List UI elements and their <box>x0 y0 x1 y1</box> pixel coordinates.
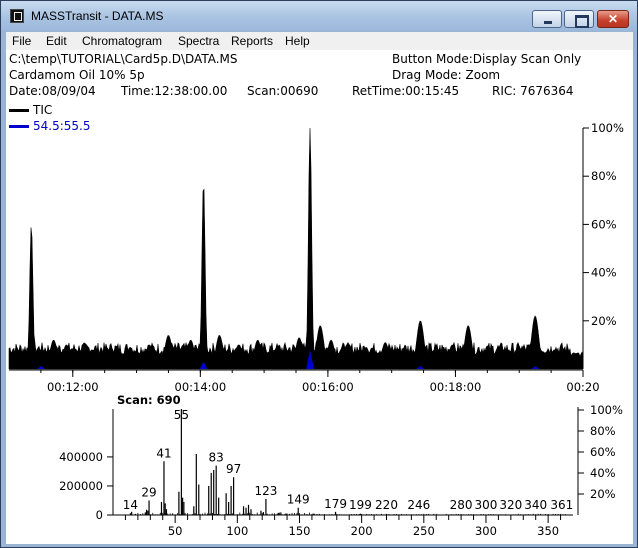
spectrum-peak-label: 97 <box>226 462 241 476</box>
spectrum-peak-label: 14 <box>123 498 138 512</box>
chromatogram-y-tick-label: 40% <box>591 266 617 280</box>
chromatogram-x-tick-label: 00:16:00 <box>302 380 354 394</box>
title-bar[interactable]: MASSTransit - DATA.MS ✕ <box>1 1 637 31</box>
spectrum-peak-label: 41 <box>156 446 171 460</box>
tic-trace <box>8 127 584 370</box>
spectrum-y-tick-label: 400000 <box>59 450 103 464</box>
spectrum-x-tick-label: 200 <box>351 524 373 538</box>
spectrum-x-tick-label: 150 <box>289 524 311 538</box>
spectrum-peak-label: 340 <box>524 498 547 512</box>
spectrum-peak-label: 199 <box>349 498 372 512</box>
chromatogram-x-tick-label: 00:18:00 <box>430 380 482 394</box>
spectrum-x-tick-label: 50 <box>168 524 183 538</box>
maximize-icon <box>565 11 593 28</box>
spectrum-x-tick-label: 350 <box>537 524 559 538</box>
spectrum-y2-tick-label: 20% <box>590 487 616 501</box>
client-area: File Edit Chromatogram Spectra Reports H… <box>6 32 633 544</box>
chromatogram-y-tick-label: 20% <box>591 314 617 328</box>
spectrum-y2-tick-label: 100% <box>590 403 623 417</box>
application-window: MASSTransit - DATA.MS ✕ File Edit Chroma… <box>0 0 638 548</box>
chromatogram-x-tick-label: 00:14:00 <box>175 380 227 394</box>
spectrum-peak-label: 300 <box>475 498 498 512</box>
spectrum-y-tick-label: 0 <box>96 508 103 522</box>
close-icon: ✕ <box>607 12 619 26</box>
maximize-button[interactable] <box>564 10 594 28</box>
spectrum-peak-label: 280 <box>450 498 473 512</box>
spectrum-peak-label: 179 <box>324 497 347 511</box>
spectrum-y2-tick-label: 40% <box>590 466 616 480</box>
spectrum-peak-label: 320 <box>499 498 522 512</box>
spectrum-y2-tick-label: 80% <box>590 424 616 438</box>
window-title: MASSTransit - DATA.MS <box>31 9 164 23</box>
chromatogram-y-tick-label: 80% <box>591 169 617 183</box>
app-icon[interactable] <box>10 9 24 23</box>
spectrum-title: Scan: 690 <box>117 393 181 407</box>
chromatogram-x-tick-label: 00:20 <box>566 380 599 394</box>
spectrum-peak-label: 246 <box>407 498 430 512</box>
spectrum-peak-label: 149 <box>287 493 310 507</box>
spectrum-y2-tick-label: 60% <box>590 445 616 459</box>
close-button[interactable]: ✕ <box>597 10 629 28</box>
minimize-icon <box>533 11 561 27</box>
chromatogram-x-tick-label: 00:12:00 <box>47 380 99 394</box>
spectrum-peak-label: 83 <box>209 451 224 465</box>
spectrum-peak-label: 29 <box>141 485 156 499</box>
chromatogram-y-tick-label: 60% <box>591 217 617 231</box>
chromatogram-y-tick-label: 100% <box>591 121 624 135</box>
spectrum-peak-label: 361 <box>550 498 573 512</box>
minimize-button[interactable] <box>532 10 562 28</box>
charts-canvas[interactable]: 100% 80% 60% 40% 20% 00:12:00 00:14:00 00:16:00… <box>6 32 633 544</box>
spectrum-x-tick-label: 100 <box>226 524 248 538</box>
spectrum-peak-label: 220 <box>375 498 398 512</box>
spectrum-x-tick-label: 300 <box>475 524 497 538</box>
spectrum-x-tick-label: 250 <box>413 524 435 538</box>
spectrum-peak-label: 55 <box>174 408 189 422</box>
spectrum-y-tick-label: 200000 <box>59 479 103 493</box>
spectrum-peak-label: 123 <box>254 484 277 498</box>
